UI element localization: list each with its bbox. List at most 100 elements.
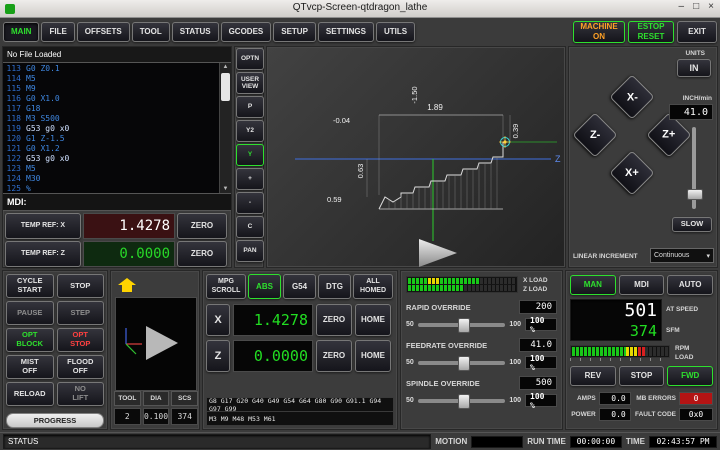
step-button[interactable]: STEP [57, 301, 105, 325]
temp-ref-x-button[interactable]: TEMP REF: X [5, 213, 81, 239]
jog-rate-slider-handle[interactable] [687, 189, 703, 200]
spindle-stop-button[interactable]: STOP [619, 366, 665, 386]
tab-status[interactable]: STATUS [172, 22, 219, 42]
flood-button[interactable]: FLOODOFF [57, 355, 105, 379]
user-view-button[interactable]: USER VIEW [236, 72, 264, 94]
machine-on-label: MACHINE [580, 22, 617, 31]
spindle-override-slider[interactable] [418, 399, 506, 403]
mb-errors-label: MB ERRORS [634, 395, 676, 402]
dro-x-value: 1.4278 [233, 304, 313, 336]
scrollbar-thumb[interactable] [221, 73, 230, 101]
mb-errors-value: 0 [679, 392, 713, 405]
zero-z-button[interactable]: ZERO [177, 241, 227, 267]
home-z-button[interactable]: HOME [355, 340, 391, 372]
axis-x-button[interactable]: X [206, 304, 230, 336]
view-y2-button[interactable]: Y2 [236, 120, 264, 142]
amps-label: AMPS [570, 395, 596, 402]
tool-mini-view[interactable] [115, 297, 197, 391]
scroll-down-icon[interactable]: ▼ [220, 186, 231, 192]
rapid-slider-handle[interactable] [458, 318, 470, 333]
auto-mode-button[interactable]: AUTO [667, 275, 713, 295]
feed-slider-max: 100 [509, 359, 521, 366]
view-y-button[interactable]: Y [236, 144, 264, 166]
close-icon[interactable]: × [708, 1, 714, 12]
exit-button[interactable]: EXIT [677, 21, 717, 43]
dro-z-value: 0.0000 [233, 340, 313, 372]
load-label: LOAD [675, 354, 693, 361]
home-x-button[interactable]: HOME [355, 304, 391, 336]
tab-offsets[interactable]: OFFSETS [77, 22, 130, 42]
units-button[interactable]: IN [677, 59, 711, 77]
axis-z-button[interactable]: Z [206, 340, 230, 372]
tab-setup[interactable]: SETUP [273, 22, 316, 42]
zero-z-dro-button[interactable]: ZERO [316, 340, 352, 372]
machine-on-button[interactable]: MACHINE ON [573, 21, 625, 43]
jog-x-minus-button[interactable]: X- [609, 74, 654, 119]
reload-button[interactable]: RELOAD [6, 382, 54, 406]
stop-button[interactable]: STOP [57, 274, 105, 298]
jog-x-plus-button[interactable]: X+ [609, 150, 654, 195]
feed-slider-handle[interactable] [458, 356, 470, 371]
spindle-load-meter [570, 345, 670, 361]
tab-file[interactable]: FILE [41, 22, 74, 42]
jog-rate-value: 41.0 [669, 104, 713, 120]
jog-z-minus-button[interactable]: Z- [572, 112, 617, 157]
all-homed-button[interactable]: ALLHOMED [353, 274, 393, 299]
mdi-mode-button[interactable]: MDI [619, 275, 665, 295]
runtime-value: 00:00:00 [570, 436, 622, 448]
machine-controls-panel: CYCLESTART STOP PAUSE STEP OPTBLOCK OPTS… [2, 270, 108, 430]
pan-button[interactable]: PAN [236, 240, 264, 262]
amps-value: 0.0 [599, 392, 631, 405]
feedrate-override-label: FEEDRATE OVERRIDE [406, 341, 487, 350]
scroll-up-icon[interactable]: ▲ [220, 64, 231, 70]
spindle-sfm-value: 374 [630, 322, 657, 340]
slow-button[interactable]: SLOW [672, 217, 712, 232]
gremlin-preview[interactable]: Z X 1.89 0.39 -1.50 -0.04 0.63 0.59 [266, 46, 566, 268]
clear-view-button[interactable]: C [236, 216, 264, 238]
spindle-slider-max: 100 [509, 397, 521, 404]
view-options-button[interactable]: OPTN [236, 48, 264, 70]
maximize-icon[interactable]: □ [693, 1, 699, 12]
power-label: POWER [570, 411, 596, 418]
tab-gcodes[interactable]: GCODES [221, 22, 272, 42]
abs-button[interactable]: ABS [248, 274, 281, 299]
opt-block-button[interactable]: OPTBLOCK [6, 328, 54, 352]
zoom-in-button[interactable]: + [236, 168, 264, 190]
tab-settings[interactable]: SETTINGS [318, 22, 374, 42]
pause-button[interactable]: PAUSE [6, 301, 54, 325]
temp-ref-z-button[interactable]: TEMP REF: Z [5, 241, 81, 267]
spindle-fwd-button[interactable]: FWD [667, 366, 713, 386]
dia-col-header: DIA [143, 391, 170, 406]
man-mode-button[interactable]: MAN [570, 275, 616, 295]
zoom-out-button[interactable]: - [236, 192, 264, 214]
spindle-slider-handle[interactable] [458, 394, 470, 409]
no-lift-button[interactable]: NOLIFT [57, 382, 105, 406]
g54-button[interactable]: G54 [283, 274, 316, 299]
minimize-icon[interactable]: – [679, 1, 685, 12]
opt-stop-button[interactable]: OPTSTOP [57, 328, 105, 352]
rapid-override-slider[interactable] [418, 323, 506, 327]
feedrate-override-slider[interactable] [418, 361, 506, 365]
spindle-rev-button[interactable]: REV [570, 366, 616, 386]
estop-reset-button[interactable]: ESTOP RESET [628, 21, 674, 43]
dtg-button[interactable]: DTG [318, 274, 351, 299]
zero-x-button[interactable]: ZERO [177, 213, 227, 239]
gcode-listing[interactable]: 113G0 Z0.1 114M5 115M9 116G0 X1.0 117G18… [3, 63, 231, 193]
jog-rate-label: INCH/min [683, 95, 712, 102]
tab-tool[interactable]: TOOL [132, 22, 170, 42]
dim-bottomleft-label: 0.59 [327, 195, 342, 204]
tab-main[interactable]: MAIN [3, 22, 39, 42]
mist-button[interactable]: MISTOFF [6, 355, 54, 379]
zero-x-dro-button[interactable]: ZERO [316, 304, 352, 336]
increment-dropdown[interactable]: Continuous ▾ [650, 248, 714, 263]
cycle-start-button[interactable]: CYCLESTART [6, 274, 54, 298]
mpg-scroll-button[interactable]: MPGSCROLL [206, 274, 246, 299]
machine-on-label2: ON [593, 32, 605, 41]
tab-utils[interactable]: UTILS [376, 22, 415, 42]
rapid-override-value: 200 [519, 300, 557, 314]
dim-right-label: 0.39 [511, 124, 520, 139]
file-scrollbar[interactable]: ▲ ▼ [219, 63, 231, 193]
rapid-override-label: RAPID OVERRIDE [406, 303, 471, 312]
view-p-button[interactable]: P [236, 96, 264, 118]
jog-rate-slider[interactable] [692, 127, 696, 209]
